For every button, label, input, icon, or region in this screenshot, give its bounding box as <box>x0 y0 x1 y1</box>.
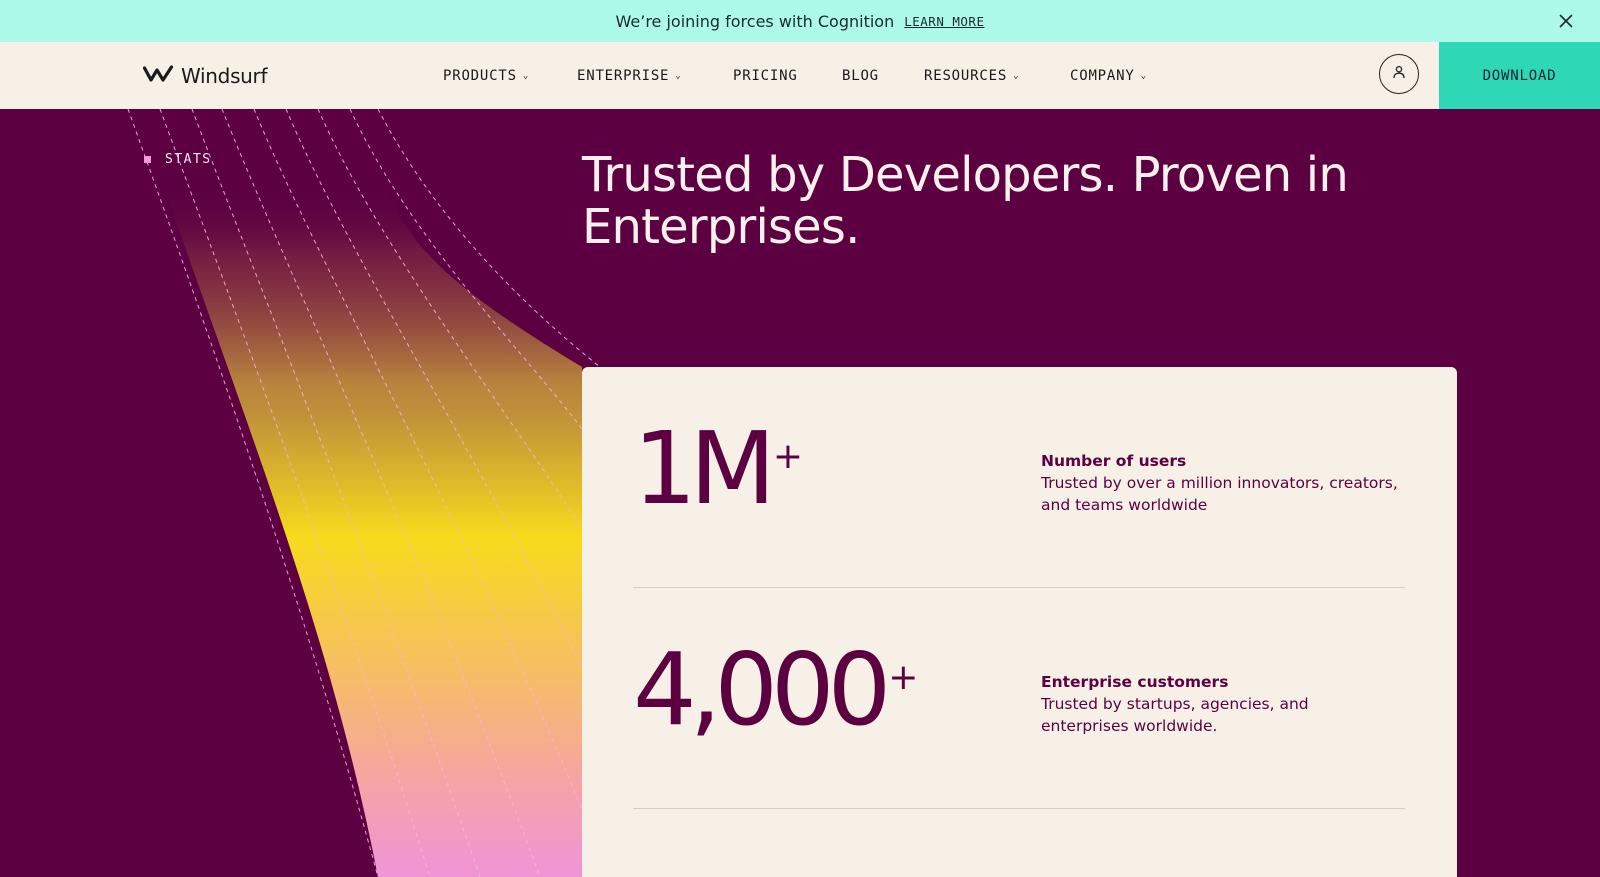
page: We’re joining forces with Cognition LEAR… <box>0 0 1600 877</box>
nav-item-pricing[interactable]: PRICING <box>733 68 842 84</box>
nav-item-label: PRODUCTS <box>443 67 517 84</box>
nav-item-company[interactable]: COMPANY ⌄ <box>1070 68 1180 84</box>
divider <box>633 808 1405 809</box>
stat-text: Enterprise customers Trusted by startups… <box>1041 671 1401 737</box>
nav-item-products[interactable]: PRODUCTS ⌄ <box>443 68 577 84</box>
brand-logo[interactable]: Windsurf <box>142 62 268 90</box>
windsurf-logo-icon <box>142 64 174 88</box>
stat-text: Number of users Trusted by over a millio… <box>1041 450 1401 516</box>
stat-row-enterprise: 4,000 + Enterprise customers Trusted by s… <box>633 588 1405 809</box>
nav-item-resources[interactable]: RESOURCES ⌄ <box>924 68 1070 84</box>
user-icon <box>1391 64 1407 84</box>
chevron-down-icon: ⌄ <box>1013 71 1020 81</box>
stats-card: 1M + Number of users Trusted by over a mi… <box>582 367 1457 877</box>
chevron-down-icon: ⌄ <box>522 71 530 81</box>
announcement-message: We’re joining forces with Cognition <box>615 11 895 31</box>
learn-more-link[interactable]: LEARN MORE <box>904 14 984 29</box>
nav-item-enterprise[interactable]: ENTERPRISE ⌄ <box>577 68 733 84</box>
stat-row-users: 1M + Number of users Trusted by over a mi… <box>633 367 1405 588</box>
announcement-bar: We’re joining forces with Cognition LEAR… <box>0 0 1600 42</box>
stat-description: Trusted by over a million innovators, cr… <box>1041 474 1398 514</box>
tag-marker-icon <box>144 156 151 163</box>
section-tag-label: STATS <box>165 152 212 167</box>
stat-title: Enterprise customers <box>1041 673 1229 691</box>
nav-item-blog[interactable]: BLOG <box>842 68 924 84</box>
nav-item-label: PRICING <box>733 67 798 84</box>
account-button[interactable] <box>1379 54 1419 94</box>
stat-title: Number of users <box>1041 452 1187 470</box>
section-tag: STATS <box>144 152 212 167</box>
stat-value: 1M + <box>633 410 804 527</box>
nav-item-label: RESOURCES <box>924 67 1008 84</box>
top-nav: Windsurf PRODUCTS ⌄ ENTERPRISE ⌄ PRICING… <box>0 42 1600 109</box>
nav-item-label: COMPANY <box>1070 67 1135 84</box>
brand-name: Windsurf <box>181 64 268 88</box>
chevron-down-icon: ⌄ <box>675 71 682 81</box>
close-icon[interactable] <box>1554 9 1578 33</box>
stat-suffix: + <box>888 657 919 698</box>
stat-description: Trusted by startups, agencies, and enter… <box>1041 695 1309 735</box>
download-button[interactable]: DOWNLOAD <box>1439 42 1600 109</box>
hero-headline: Trusted by Developers. Proven in Enterpr… <box>582 147 1349 255</box>
chevron-down-icon: ⌄ <box>1140 71 1147 81</box>
nav-item-label: BLOG <box>842 67 879 84</box>
stat-value: 4,000 + <box>633 631 919 748</box>
main-menu: PRODUCTS ⌄ ENTERPRISE ⌄ PRICING BLOG RES… <box>443 42 1180 109</box>
stat-suffix: + <box>772 436 804 477</box>
nav-item-label: ENTERPRISE <box>577 67 670 84</box>
stats-hero: STATS Trusted by Developers. Proven in E… <box>0 109 1600 877</box>
